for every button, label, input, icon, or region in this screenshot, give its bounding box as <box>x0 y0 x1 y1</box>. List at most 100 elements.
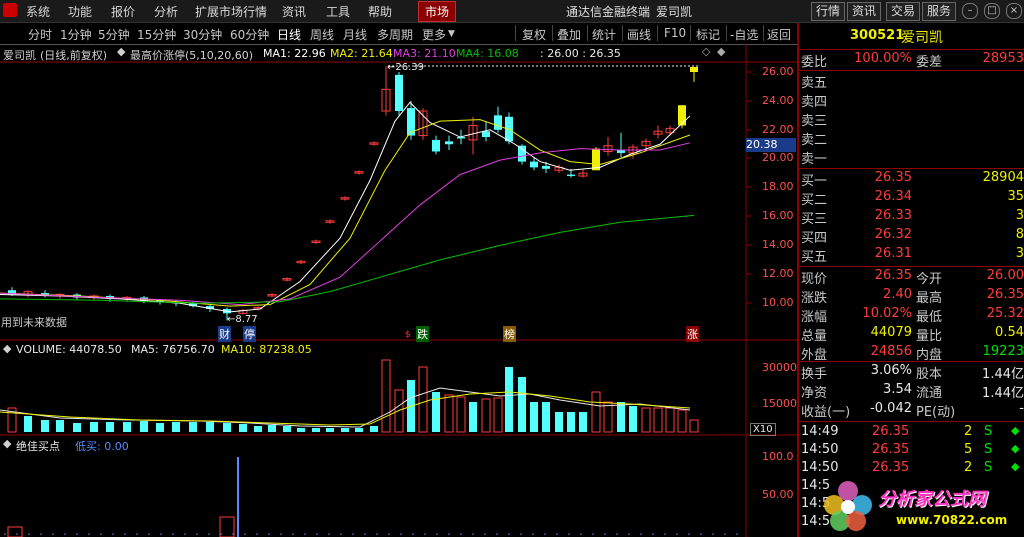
trade-tick-row: 14:50 26.35 2 S ◆ <box>799 460 1024 478</box>
ma3-label: MA3: 21.10 <box>393 47 456 60</box>
tab-30min[interactable]: 30分钟 <box>183 26 222 43</box>
marker-dollar[interactable]: $ <box>405 330 411 340</box>
buy-row[interactable]: 买一 26.35 28904 <box>799 170 1024 189</box>
menu-help[interactable]: 帮助 <box>368 3 392 20</box>
tab-5min[interactable]: 5分钟 <box>98 26 130 43</box>
tab-more[interactable]: 更多 <box>422 26 446 43</box>
settings-diamond-icon[interactable]: ◆ <box>717 45 725 58</box>
volume-bar <box>591 391 601 433</box>
sell-row[interactable]: 卖五 <box>799 72 1024 91</box>
volume-bar <box>24 416 32 432</box>
tab-multi-period[interactable]: 多周期 <box>377 26 413 43</box>
buy-row[interactable]: 买三 26.33 3 <box>799 208 1024 227</box>
marker-financial[interactable]: 财 <box>218 326 231 342</box>
signal-dot <box>160 533 162 535</box>
stat-label: 总量 <box>801 329 828 344</box>
menu-tools[interactable]: 工具 <box>326 3 350 20</box>
sell-row[interactable]: 卖四 <box>799 91 1024 110</box>
stat-row[interactable]: 收益(一) -0.042 PE(动) - <box>799 401 1024 420</box>
quote-button[interactable]: 行情 <box>811 2 846 21</box>
quote-header: 300521 爱司凯 <box>799 23 1024 50</box>
tab-daily[interactable]: 日线 <box>277 26 301 43</box>
marker-halt[interactable]: 停 <box>243 326 256 342</box>
volume-bar <box>326 428 334 432</box>
buy-vol: 3 <box>1015 208 1024 223</box>
close-icon[interactable]: × <box>1006 3 1022 19</box>
sell-row[interactable]: 卖一 <box>799 148 1024 167</box>
stat-row[interactable]: 涨跌 2.40 最高 26.35 <box>799 287 1024 306</box>
f10-button[interactable]: F10 <box>664 26 686 40</box>
service-button[interactable]: 服务 <box>922 2 957 21</box>
watermark-url: www.70822.com <box>896 513 1008 527</box>
trade-button[interactable]: 交易 <box>886 2 921 21</box>
restore-rights-button[interactable]: 复权 <box>522 26 546 43</box>
signal-dot <box>124 533 126 535</box>
y-tick: 22.00 <box>762 123 794 136</box>
buy-price: 26.35 <box>874 170 912 185</box>
remove-watchlist-button[interactable]: -自选 <box>730 26 758 43</box>
volume-bar <box>481 398 491 433</box>
candle-body <box>445 141 453 145</box>
signal-dot <box>544 533 546 535</box>
indicator-dropdown-icon[interactable]: ◆ <box>117 45 125 58</box>
menu-analysis[interactable]: 分析 <box>154 3 178 20</box>
statistics-button[interactable]: 统计 <box>592 26 616 43</box>
chart-stock-name: 爱司凯 <box>3 49 36 62</box>
stat-row[interactable]: 净资 3.54 流通 1.44亿 <box>799 382 1024 401</box>
menu-market[interactable]: 市场 <box>418 1 457 22</box>
tick-vol: 2 <box>964 424 973 439</box>
ma4-label: MA4: 16.08 <box>456 47 519 60</box>
signal-dot <box>232 533 234 535</box>
signal-dot <box>712 533 714 535</box>
info-button[interactable]: 资讯 <box>847 2 882 21</box>
buy-row[interactable]: 买四 26.32 8 <box>799 227 1024 246</box>
signal-dot <box>388 533 390 535</box>
indicator-name[interactable]: 最高价涨停(5,10,20,60) <box>130 47 253 63</box>
tab-weekly[interactable]: 周线 <box>310 26 334 43</box>
minimize-icon[interactable]: – <box>962 3 978 19</box>
kline-chart[interactable] <box>0 44 797 537</box>
marker-rise[interactable]: 涨 <box>686 326 699 342</box>
tab-1min[interactable]: 1分钟 <box>60 26 92 43</box>
marker-rank[interactable]: 榜 <box>503 326 516 342</box>
diamond-icon[interactable]: ◇ <box>702 45 710 58</box>
tab-60min[interactable]: 60分钟 <box>230 26 269 43</box>
volume-dropdown-icon[interactable]: ◆ <box>3 342 11 355</box>
tab-15min[interactable]: 15分钟 <box>137 26 176 43</box>
draw-line-button[interactable]: 画线 <box>627 26 651 43</box>
volume-bar <box>567 412 575 432</box>
sell-row[interactable]: 卖二 <box>799 129 1024 148</box>
menu-info[interactable]: 资讯 <box>282 3 306 20</box>
buy-row[interactable]: 买二 26.34 35 <box>799 189 1024 208</box>
stat-row[interactable]: 现价 26.35 今开 26.00 <box>799 268 1024 287</box>
menu-bar: 系统 功能 报价 分析 扩展市场行情 资讯 工具 帮助 市场 通达信金融终端 爱… <box>0 0 1024 23</box>
signal-dropdown-icon[interactable]: ◆ <box>3 437 11 450</box>
menu-function[interactable]: 功能 <box>68 3 92 20</box>
volume-bar <box>579 412 587 432</box>
maximize-icon[interactable]: □ <box>984 3 1000 19</box>
menu-quote[interactable]: 报价 <box>111 3 135 20</box>
buy-row[interactable]: 买五 26.31 3 <box>799 246 1024 265</box>
signal-dot <box>364 533 366 535</box>
volume-bar <box>689 419 699 433</box>
sell-label: 卖四 <box>801 95 828 110</box>
low-price-label: ←8.77 <box>227 314 258 325</box>
tab-timeshare[interactable]: 分时 <box>28 26 52 43</box>
signal-dot <box>424 533 426 535</box>
tick-price: 26.35 <box>872 424 910 439</box>
menu-extended-market[interactable]: 扩展市场行情 <box>195 3 267 20</box>
vol-y-tick: 15000 <box>762 397 797 410</box>
more-dropdown-icon[interactable]: ▼ <box>448 29 455 39</box>
app-logo-icon[interactable] <box>3 3 17 17</box>
volume-bar <box>370 426 378 432</box>
marker-fall[interactable]: 跌 <box>416 326 429 342</box>
stat-row[interactable]: 总量 44079 量比 0.54 <box>799 325 1024 344</box>
overlay-button[interactable]: 叠加 <box>557 26 581 43</box>
sell-row[interactable]: 卖三 <box>799 110 1024 129</box>
stat-row[interactable]: 换手 3.06% 股本 1.44亿 <box>799 363 1024 382</box>
back-button[interactable]: 返回 <box>767 26 791 43</box>
stat-row[interactable]: 涨幅 10.02% 最低 25.32 <box>799 306 1024 325</box>
tab-monthly[interactable]: 月线 <box>343 26 367 43</box>
mark-button[interactable]: 标记 <box>696 26 720 43</box>
menu-system[interactable]: 系统 <box>26 3 50 20</box>
